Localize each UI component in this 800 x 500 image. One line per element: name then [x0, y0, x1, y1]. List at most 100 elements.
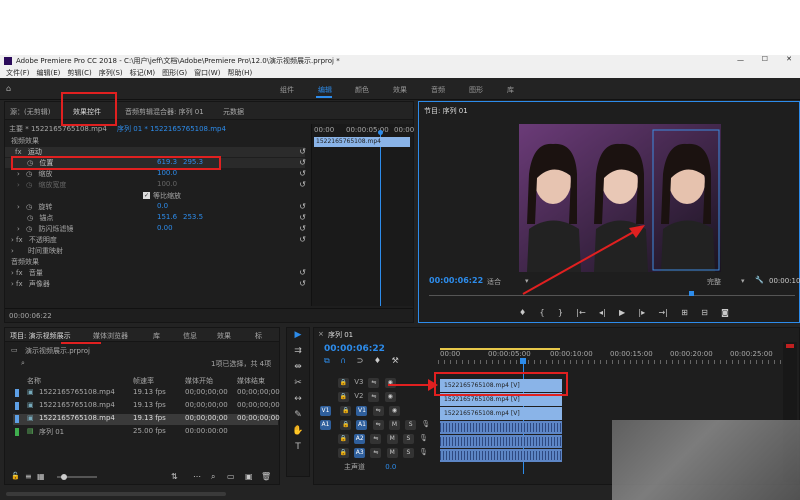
close-icon[interactable]: ✕: [786, 55, 792, 63]
lock-icon[interactable]: 🔒: [340, 406, 352, 416]
mic-icon[interactable]: 🎙: [419, 448, 428, 456]
sync-icon[interactable]: ⇋: [368, 392, 380, 402]
uniform-scale-checkbox[interactable]: ✓: [143, 192, 150, 199]
workspace-libraries[interactable]: 库: [507, 85, 514, 95]
opacity-row[interactable]: › fx 不透明度: [5, 235, 305, 245]
mark-out-icon[interactable]: }: [558, 308, 563, 320]
marker-icon[interactable]: ♦: [374, 356, 381, 365]
reset-icon[interactable]: ↺: [299, 169, 306, 178]
stopwatch-icon[interactable]: ◷: [27, 214, 33, 222]
program-title[interactable]: 节目: 序列 01: [424, 106, 468, 116]
track-header-a2[interactable]: 🔒 A2 ⇋ M S 🎙: [314, 434, 434, 449]
clip-a2[interactable]: [440, 435, 562, 448]
find-icon[interactable]: ⌕: [211, 472, 215, 482]
automate-icon[interactable]: ⋯: [193, 472, 201, 481]
tab-project[interactable]: 项目: 演示视频展示: [10, 331, 71, 341]
lock-icon[interactable]: 🔒: [338, 392, 349, 402]
lock-icon[interactable]: 🔒: [338, 448, 349, 458]
workspace-audio[interactable]: 音频: [431, 85, 445, 95]
reset-icon[interactable]: ↺: [299, 224, 306, 233]
reset-icon[interactable]: ↺: [299, 158, 306, 167]
workspace-effects[interactable]: 效果: [393, 85, 407, 95]
expand-arrow-icon[interactable]: ›: [17, 203, 20, 211]
sync-icon[interactable]: ⇋: [370, 434, 382, 444]
rotation-row[interactable]: › ◷ 旋转 0.0: [5, 202, 305, 212]
ripple-edit-tool-icon[interactable]: ⇹: [291, 362, 305, 376]
list-item[interactable]: ▣ 1522165765108.mp4 19.13 fps 00;00;00;0…: [13, 414, 280, 425]
wrench-icon[interactable]: 🔧: [755, 276, 764, 284]
mic-icon[interactable]: 🎙: [419, 434, 428, 442]
time-remap-row[interactable]: › 时间重映射: [5, 246, 305, 256]
track-header-a3[interactable]: 🔒 A3 ⇋ M S 🎙: [314, 448, 434, 463]
type-tool-icon[interactable]: T: [291, 442, 305, 456]
list-item[interactable]: ▣ 1522165765108.mp4 19.13 fps 00;00;00;0…: [13, 401, 280, 412]
mute-icon[interactable]: M: [388, 420, 400, 430]
track-select-tool-icon[interactable]: ⇉: [291, 346, 305, 360]
sync-icon[interactable]: ⇋: [370, 448, 382, 458]
timeline-ruler[interactable]: 00:00 00:00:05:00 00:00:10:00 00:00:15:0…: [438, 350, 796, 364]
source-patch-a1[interactable]: A1: [320, 420, 331, 430]
tab-metadata[interactable]: 元数据: [223, 107, 244, 117]
workspace-graphics[interactable]: 图形: [469, 85, 483, 95]
work-area-bar[interactable]: [440, 348, 560, 350]
timeline-timecode[interactable]: 00:00:06:22: [324, 344, 385, 354]
sync-icon[interactable]: ⇋: [372, 420, 384, 430]
chevron-down-icon[interactable]: ▾: [525, 277, 529, 285]
hand-tool-icon[interactable]: ✋: [291, 426, 305, 440]
chevron-down-icon[interactable]: ▾: [741, 277, 745, 285]
list-item[interactable]: ▣ 1522165765108.mp4 19.13 fps 00;00;00;0…: [13, 388, 280, 399]
tab-source[interactable]: 源：(无剪辑): [10, 107, 50, 117]
effect-controls-timecode[interactable]: 00:00:06:22: [9, 312, 52, 320]
mini-timeline-clip[interactable]: 1522165765108.mp4: [314, 137, 410, 147]
track-header-a1[interactable]: A1 🔒 A1 ⇋ M S 🎙: [314, 420, 434, 435]
menu-graphics[interactable]: 图形(G): [162, 68, 187, 78]
step-back-icon[interactable]: ◂|: [599, 308, 606, 320]
lock-icon[interactable]: 🔒: [340, 420, 352, 430]
menu-sequence[interactable]: 序列(S): [99, 68, 123, 78]
scale-row[interactable]: › ◷ 缩放 100.0: [5, 169, 305, 179]
reset-icon[interactable]: ↺: [299, 268, 306, 277]
reset-icon[interactable]: ↺: [299, 235, 306, 244]
tab-markers[interactable]: 标: [255, 331, 262, 341]
scrub-playhead[interactable]: [689, 291, 694, 296]
zoom-slider[interactable]: [57, 474, 97, 480]
go-to-in-icon[interactable]: |←: [576, 308, 585, 320]
tab-effects[interactable]: 效果: [217, 331, 231, 341]
anchor-row[interactable]: ◷ 锚点 151.6 253.5: [5, 213, 305, 223]
source-patch-v1[interactable]: V1: [320, 406, 331, 416]
stopwatch-icon[interactable]: ◷: [26, 225, 32, 233]
selection-tool-icon[interactable]: ▶: [291, 330, 305, 344]
eye-icon[interactable]: ◉: [388, 406, 400, 416]
linked-icon[interactable]: ⊃: [357, 356, 364, 365]
stopwatch-icon[interactable]: ◷: [26, 203, 32, 211]
sync-icon[interactable]: ⇋: [368, 378, 380, 388]
solo-icon[interactable]: S: [402, 434, 414, 444]
menu-marker[interactable]: 标记(M): [130, 68, 156, 78]
volume-row[interactable]: › fx 音量: [5, 268, 305, 278]
fit-dropdown[interactable]: 适合: [487, 277, 501, 287]
program-timecode[interactable]: 00:00:06:22: [429, 276, 483, 285]
quality-dropdown[interactable]: 完整: [707, 277, 721, 287]
sort-icon[interactable]: ⇅: [171, 472, 178, 481]
track-target-a3[interactable]: A3: [354, 448, 366, 458]
minimize-icon[interactable]: —: [737, 56, 744, 64]
razor-tool-icon[interactable]: ✂: [291, 378, 305, 392]
timeline-title[interactable]: 序列 01: [328, 330, 353, 340]
track-header-v1[interactable]: V1 🔒 V1 ⇋ ◉: [314, 406, 434, 421]
new-item-icon[interactable]: ▣: [245, 472, 253, 481]
tab-media-browser[interactable]: 媒体浏览器: [93, 331, 128, 341]
stopwatch-icon[interactable]: ◷: [26, 170, 32, 178]
tab-info[interactable]: 信息: [183, 331, 197, 341]
tab-libraries[interactable]: 库: [153, 331, 160, 341]
list-view-icon[interactable]: ≡: [25, 472, 32, 481]
menu-help[interactable]: 帮助(H): [227, 68, 252, 78]
maximize-icon[interactable]: ☐: [762, 55, 768, 63]
delete-icon[interactable]: 🗑: [261, 472, 271, 481]
lock-icon[interactable]: 🔒: [338, 378, 349, 388]
menu-clip[interactable]: 剪辑(C): [67, 68, 91, 78]
track-target-v1[interactable]: V1: [356, 406, 368, 416]
extract-icon[interactable]: ⊟: [701, 308, 708, 320]
reset-icon[interactable]: ↺: [299, 279, 306, 288]
lift-icon[interactable]: ⊞: [681, 308, 688, 320]
workspace-editing[interactable]: 编辑: [318, 85, 332, 95]
